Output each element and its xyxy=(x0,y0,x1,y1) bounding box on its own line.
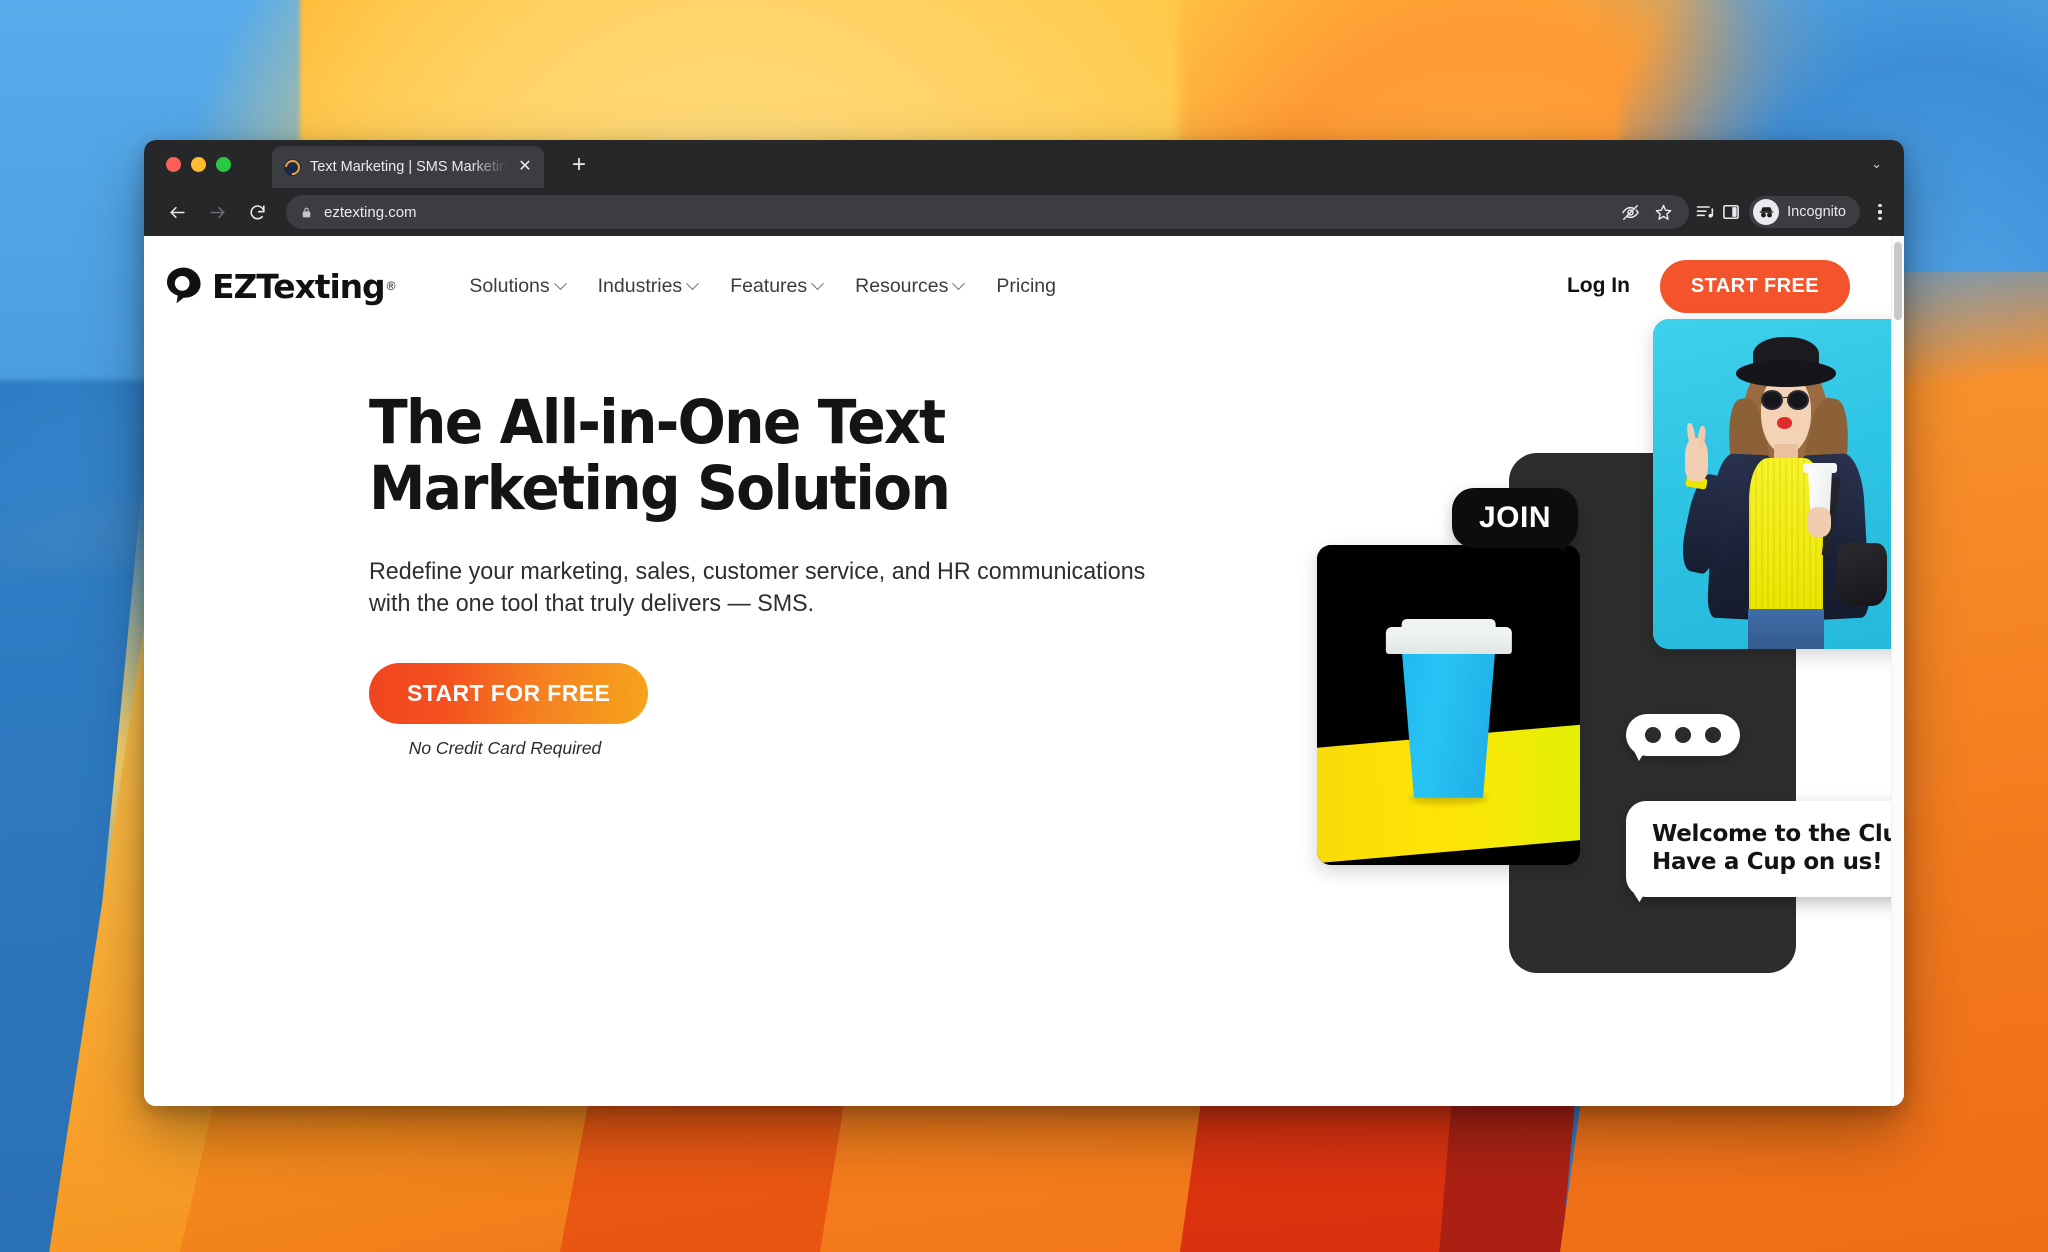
face-icon xyxy=(1760,375,1811,455)
nav-item-pricing[interactable]: Pricing xyxy=(996,275,1056,298)
nav-label-industries: Industries xyxy=(597,274,683,297)
hero-subheading: Redefine your marketing, sales, customer… xyxy=(369,556,1169,621)
page-viewport: EZTexting ® Solutions Industries Feature… xyxy=(144,236,1904,1106)
typing-indicator-bubble xyxy=(1626,714,1740,756)
desktop-background: Text Marketing | SMS Marketing ✕ + ⌄ ezt… xyxy=(0,0,2048,1252)
peace-sign-hand-icon xyxy=(1684,437,1709,481)
hero-heading-line2: Marketing Solution xyxy=(369,452,951,524)
site-header: EZTexting ® Solutions Industries Feature… xyxy=(144,236,1904,336)
start-free-button[interactable]: START FREE xyxy=(1659,259,1850,313)
welcome-line-1: Welcome to the Club! xyxy=(1652,821,1904,847)
window-controls xyxy=(166,157,231,172)
bookmark-star-icon[interactable] xyxy=(1654,203,1673,222)
nav-item-industries[interactable]: Industries xyxy=(597,274,700,298)
red-lips-icon xyxy=(1776,416,1793,429)
scrollbar-thumb[interactable] xyxy=(1893,242,1902,320)
hat-brim-icon xyxy=(1735,360,1836,387)
typing-dot-2 xyxy=(1675,727,1691,743)
chrome-menu-button[interactable] xyxy=(1870,203,1890,221)
back-button[interactable] xyxy=(160,195,194,229)
jeans-icon xyxy=(1747,609,1824,649)
address-bar[interactable]: eztexting.com xyxy=(286,195,1690,229)
typing-dot-3 xyxy=(1705,727,1721,743)
minimize-window-button[interactable] xyxy=(191,157,206,172)
join-message-bubble: JOIN xyxy=(1452,488,1579,548)
browser-window: Text Marketing | SMS Marketing ✕ + ⌄ ezt… xyxy=(144,140,1904,1106)
logo-text: EZTexting xyxy=(212,266,386,306)
login-link[interactable]: Log In xyxy=(1567,274,1630,298)
site-logo[interactable]: EZTexting ® xyxy=(164,265,395,307)
chevron-down-icon xyxy=(553,276,567,290)
chevron-down-icon xyxy=(686,276,700,290)
url-text: eztexting.com xyxy=(324,203,417,221)
maximize-window-button[interactable] xyxy=(216,157,231,172)
cup-scene xyxy=(1317,545,1580,865)
welcome-line-2: Have a Cup on us! xyxy=(1652,849,1883,876)
welcome-message-bubble: Welcome to the Club! Have a Cup on us! xyxy=(1626,801,1904,898)
no-credit-card-note: No Credit Card Required xyxy=(408,738,602,758)
chevron-down-icon xyxy=(811,276,825,290)
side-panel-icon[interactable] xyxy=(1721,202,1741,222)
woman-photo xyxy=(1653,319,1904,649)
start-for-free-button[interactable]: START FOR FREE xyxy=(369,663,649,724)
nav-label-features: Features xyxy=(730,274,808,297)
cup-lid-top xyxy=(1401,619,1496,634)
reload-button[interactable] xyxy=(240,195,274,229)
chevron-down-icon[interactable]: ⌄ xyxy=(1871,156,1882,172)
page-title: The All-in-One Text Marketing Solution xyxy=(369,390,1136,522)
hero-heading-line1: The All-in-One Text xyxy=(369,387,946,458)
incognito-label: Incognito xyxy=(1787,204,1846,220)
main-navigation: Solutions Industries Features Resources xyxy=(469,275,1056,298)
browser-toolbar: eztexting.com Incognito xyxy=(144,188,1904,236)
nav-item-solutions[interactable]: Solutions xyxy=(469,274,567,298)
chevron-down-icon xyxy=(952,276,966,290)
sunglasses-bridge-icon xyxy=(1782,396,1789,399)
browser-tab[interactable]: Text Marketing | SMS Marketing ✕ xyxy=(272,146,544,188)
right-hand-icon xyxy=(1806,507,1831,537)
lock-icon xyxy=(302,207,311,217)
logo-registered-mark: ® xyxy=(386,279,396,293)
forward-button[interactable] xyxy=(200,195,234,229)
nav-label-resources: Resources xyxy=(855,274,949,297)
page-scrollbar[interactable] xyxy=(1891,236,1904,1106)
typing-dot-1 xyxy=(1645,727,1661,743)
nav-item-features[interactable]: Features xyxy=(730,274,825,298)
new-tab-button[interactable]: + xyxy=(564,151,594,181)
incognito-indicator[interactable]: Incognito xyxy=(1749,196,1860,228)
nav-item-resources[interactable]: Resources xyxy=(855,274,966,298)
close-window-button[interactable] xyxy=(166,157,181,172)
media-playlist-icon[interactable] xyxy=(1695,202,1715,222)
woman-photo-card xyxy=(1653,319,1904,649)
header-actions: Log In START FREE xyxy=(1567,259,1850,313)
favicon-icon xyxy=(284,158,301,176)
eztexting-logo-icon xyxy=(167,267,201,304)
hero-section: The All-in-One Text Marketing Solution R… xyxy=(144,319,1904,973)
hero-sub-line1: Redefine your marketing, sales, customer… xyxy=(369,557,1146,585)
tab-title: Text Marketing | SMS Marketing xyxy=(310,159,507,175)
hero-copy: The All-in-One Text Marketing Solution R… xyxy=(144,336,1194,759)
hero-sub-line2: with the one tool that truly delivers — … xyxy=(369,590,815,618)
omnibox-actions xyxy=(1621,203,1675,222)
incognito-avatar-icon xyxy=(1753,199,1780,225)
hero-illustration: JOIN Welcome to the Club! Have a Cup on … xyxy=(1304,319,1904,986)
handbag-icon xyxy=(1837,543,1888,607)
tab-strip: Text Marketing | SMS Marketing ✕ + ⌄ xyxy=(144,140,1904,188)
nav-label-pricing: Pricing xyxy=(996,274,1056,297)
nav-label-solutions: Solutions xyxy=(469,274,550,297)
close-tab-icon[interactable]: ✕ xyxy=(516,159,534,175)
eye-off-icon[interactable] xyxy=(1621,203,1640,222)
coffee-cup-photo-card xyxy=(1317,545,1580,865)
